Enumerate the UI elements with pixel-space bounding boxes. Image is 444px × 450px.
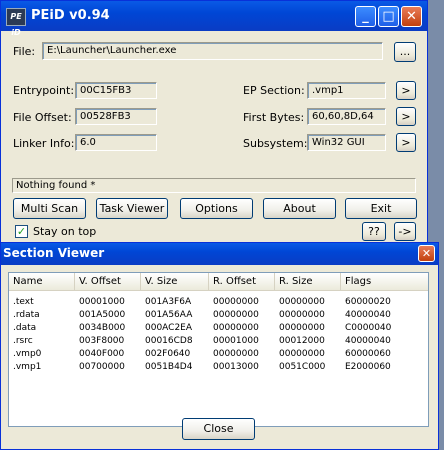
column-header-flags[interactable]: Flags [341, 273, 428, 290]
section-viewer-title-bar[interactable]: Section Viewer ✕ [1, 243, 438, 265]
stay-on-top-label[interactable]: Stay on top [33, 225, 96, 238]
close-button[interactable]: ✕ [401, 6, 422, 27]
about-button[interactable]: About [263, 198, 336, 219]
column-header-name[interactable]: Name [9, 273, 75, 290]
ep-section-button[interactable]: > [396, 81, 416, 100]
first-bytes-button[interactable]: > [396, 107, 416, 126]
r-size-cell: 0051C000 [279, 362, 326, 372]
v-size-cell: 001A3F6A [145, 297, 192, 307]
table-row[interactable]: .rsrc 003F8000 00016CD8 00001000 0001200… [9, 335, 428, 348]
flags-cell: 60000020 [345, 297, 391, 307]
table-row[interactable]: .text 00001000 001A3F6A 00000000 0000000… [9, 296, 428, 309]
peid-main-window: PE iD PEiD v0.94 _ □ ✕ File: E:\Launcher… [0, 0, 428, 256]
v-offset-cell: 00001000 [79, 297, 125, 307]
section-viewer-title: Section Viewer [3, 246, 105, 260]
options-button[interactable]: Options [180, 198, 253, 219]
r-size-cell: 00000000 [279, 349, 325, 359]
task-viewer-button[interactable]: Task Viewer [96, 198, 168, 219]
file-path-field[interactable]: E:\Launcher\Launcher.exe [42, 42, 383, 60]
r-offset-cell: 00013000 [213, 362, 259, 372]
section-list[interactable]: Name V. Offset V. Size R. Offset R. Size… [8, 272, 429, 427]
v-offset-cell: 003F8000 [79, 336, 125, 346]
browse-button[interactable]: ... [394, 42, 416, 62]
v-size-cell: 002F0640 [145, 349, 191, 359]
stay-on-top-checkbox[interactable]: ✓ [15, 225, 28, 238]
subsystem-field[interactable]: Win32 GUI [307, 134, 386, 151]
file-label: File: [13, 45, 36, 58]
column-header-r-size[interactable]: R. Size [275, 273, 341, 290]
r-offset-cell: 00000000 [213, 323, 259, 333]
r-size-cell: 00000000 [279, 297, 325, 307]
entrypoint-label: Entrypoint: [13, 84, 75, 97]
section-viewer-close-button[interactable]: Close [182, 418, 255, 440]
section-name-cell: .rsrc [13, 336, 33, 346]
scan-result-status: Nothing found * [12, 178, 416, 193]
subsystem-label: Subsystem: [243, 137, 308, 150]
section-name-cell: .rdata [13, 310, 40, 320]
v-offset-cell: 00700000 [79, 362, 125, 372]
exit-button[interactable]: Exit [345, 198, 417, 219]
section-name-cell: .vmp1 [13, 362, 42, 372]
v-offset-cell: 0040F000 [79, 349, 125, 359]
v-offset-cell: 001A5000 [79, 310, 126, 320]
r-size-cell: 00012000 [279, 336, 325, 346]
table-row[interactable]: .data 0034B000 000AC2EA 00000000 0000000… [9, 322, 428, 335]
ep-section-field[interactable]: .vmp1 [307, 82, 386, 99]
section-list-header: Name V. Offset V. Size R. Offset R. Size… [9, 273, 428, 291]
r-offset-cell: 00001000 [213, 336, 259, 346]
v-offset-cell: 0034B000 [79, 323, 126, 333]
flags-cell: 40000040 [345, 310, 391, 320]
ep-section-label: EP Section: [243, 84, 305, 97]
r-offset-cell: 00000000 [213, 349, 259, 359]
column-header-r-offset[interactable]: R. Offset [209, 273, 275, 290]
help-button[interactable]: ?? [362, 222, 386, 241]
r-offset-cell: 00000000 [213, 310, 259, 320]
r-offset-cell: 00000000 [213, 297, 259, 307]
r-size-cell: 00000000 [279, 323, 325, 333]
linker-info-field[interactable]: 6.0 [75, 134, 157, 151]
table-row[interactable]: .rdata 001A5000 001A56AA 00000000 000000… [9, 309, 428, 322]
minimize-button[interactable]: _ [355, 6, 376, 27]
window-title: PEiD v0.94 [31, 8, 110, 23]
section-name-cell: .text [13, 297, 34, 307]
section-name-cell: .data [13, 323, 37, 333]
file-offset-label: File Offset: [13, 111, 72, 124]
first-bytes-label: First Bytes: [243, 111, 305, 124]
v-size-cell: 00016CD8 [145, 336, 193, 346]
column-header-v-size[interactable]: V. Size [141, 273, 209, 290]
arrow-button[interactable]: -> [394, 222, 416, 241]
peid-app-icon: PE iD [6, 8, 26, 37]
linker-info-label: Linker Info: [13, 137, 75, 150]
section-name-cell: .vmp0 [13, 349, 42, 359]
multi-scan-button[interactable]: Multi Scan [13, 198, 86, 219]
maximize-button[interactable]: □ [378, 6, 399, 27]
file-offset-field[interactable]: 00528FB3 [75, 108, 157, 125]
flags-cell: 60000060 [345, 349, 391, 359]
section-viewer-close-icon[interactable]: ✕ [418, 245, 435, 262]
flags-cell: 40000040 [345, 336, 391, 346]
table-row[interactable]: .vmp1 00700000 0051B4D4 00013000 0051C00… [9, 361, 428, 374]
flags-cell: E2000060 [345, 362, 391, 372]
v-size-cell: 001A56AA [145, 310, 193, 320]
title-bar[interactable]: PE iD PEiD v0.94 _ □ ✕ [1, 1, 427, 37]
table-row[interactable]: .vmp0 0040F000 002F0640 00000000 0000000… [9, 348, 428, 361]
section-viewer-window: Section Viewer ✕ Name V. Offset V. Size … [0, 242, 439, 450]
entrypoint-field[interactable]: 00C15FB3 [75, 82, 157, 99]
v-size-cell: 0051B4D4 [145, 362, 193, 372]
column-header-v-offset[interactable]: V. Offset [75, 273, 141, 290]
first-bytes-field[interactable]: 60,60,8D,64 [307, 108, 386, 125]
subsystem-button[interactable]: > [396, 133, 416, 152]
v-size-cell: 000AC2EA [145, 323, 193, 333]
flags-cell: C0000040 [345, 323, 392, 333]
r-size-cell: 00000000 [279, 310, 325, 320]
